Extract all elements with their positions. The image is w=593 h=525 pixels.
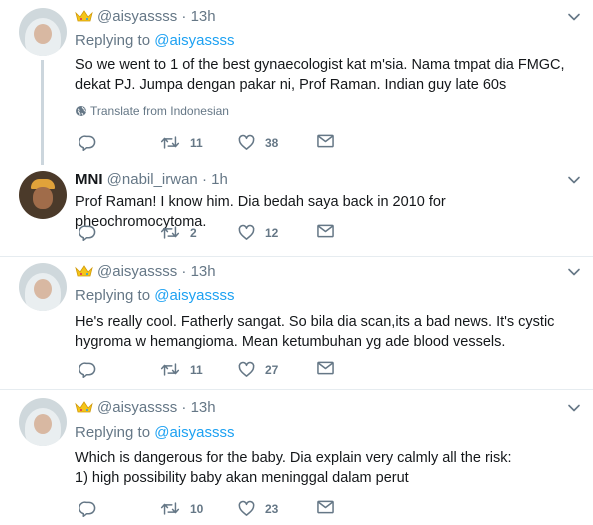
replying-label: Replying to [75,424,151,441]
replying-to-handle[interactable]: @aisyassss [154,32,234,49]
like-count: 38 [265,135,279,150]
message-button[interactable] [317,134,344,148]
tweet-text-line: 1) high possibility baby akan meninggal … [75,470,409,486]
reply-button[interactable] [79,134,106,151]
thread-line [41,60,44,165]
tweet-actions: 2 12 [75,224,355,242]
crown-emoji-icon [75,265,93,277]
tweet-header: @aisyassss · 13h [75,263,216,280]
crown-emoji-icon [75,10,93,22]
tweet-actions: 10 23 [75,500,355,518]
reply-button[interactable] [79,500,106,517]
tweet-actions: 11 38 [75,134,355,152]
message-icon [317,361,334,375]
retweet-button[interactable]: 10 [160,500,203,517]
globe-icon [75,105,87,117]
retweet-count: 10 [190,501,204,516]
reply-button[interactable] [79,361,106,378]
chevron-down-icon[interactable] [567,401,581,415]
replying-to-handle[interactable]: @aisyassss [154,424,234,441]
chevron-down-icon[interactable] [567,173,581,187]
timestamp[interactable]: · 13h [181,399,215,416]
retweet-count: 11 [190,362,203,377]
timestamp[interactable]: · 1h [202,171,228,188]
tweet-text-line: Which is dangerous for the baby. Dia exp… [75,450,512,466]
tweet-text-line: dekat PJ. Jumpa dengan pakar ni, Prof Ra… [75,77,507,93]
retweet-count: 2 [190,225,197,240]
chevron-down-icon[interactable] [567,265,581,279]
tweet-header: MNI @nabil_irwan · 1h [75,171,228,188]
tweet-3[interactable]: @aisyassss · 13h Replying to @aisyassss … [0,257,593,390]
translate-link[interactable]: Translate from Indonesian [75,104,229,118]
replying-to: Replying to @aisyassss [75,32,234,49]
tweet-text: So we went to 1 of the best gynaecologis… [75,55,580,95]
retweet-button[interactable]: 11 [160,134,203,151]
tweet-text: Which is dangerous for the baby. Dia exp… [75,448,580,488]
tweet-text-line: hygroma w hemangioma. Mean ketumbuhan yg… [75,334,506,350]
timestamp[interactable]: · 13h [181,263,215,280]
replying-label: Replying to [75,287,151,304]
message-button[interactable] [317,361,344,375]
like-count: 27 [265,362,279,377]
user-handle[interactable]: @aisyassss [97,399,177,416]
display-name[interactable]: MNI [75,171,103,188]
timestamp[interactable]: · 13h [181,8,215,25]
message-icon [317,134,334,148]
tweet-text-line: So we went to 1 of the best gynaecologis… [75,57,565,73]
tweet-text-line: He's really cool. Fatherly sangat. So bi… [75,314,555,330]
like-button[interactable]: 27 [238,361,278,378]
retweet-icon [160,500,180,517]
tweet-4[interactable]: @aisyassss · 13h Replying to @aisyassss … [0,390,593,525]
user-handle[interactable]: @nabil_irwan [107,171,198,188]
chevron-down-icon[interactable] [567,10,581,24]
retweet-button[interactable]: 2 [160,224,197,241]
reply-icon [79,134,96,151]
translate-label[interactable]: Translate from Indonesian [90,104,229,118]
like-button[interactable]: 23 [238,500,278,517]
replying-to: Replying to @aisyassss [75,424,234,441]
tweet-2[interactable]: MNI @nabil_irwan · 1h Prof Raman! I know… [0,159,593,257]
crown-emoji-icon [75,401,93,413]
replying-to: Replying to @aisyassss [75,287,234,304]
retweet-button[interactable]: 11 [160,361,203,378]
retweet-icon [160,361,180,378]
like-button[interactable]: 12 [238,224,278,241]
retweet-icon [160,224,180,241]
message-button[interactable] [317,500,344,514]
replying-to-handle[interactable]: @aisyassss [154,287,234,304]
like-count: 12 [265,225,279,240]
message-icon [317,500,334,514]
like-button[interactable]: 38 [238,134,278,151]
message-icon [317,224,334,238]
user-handle[interactable]: @aisyassss [97,263,177,280]
like-icon [238,361,255,378]
tweet-header: @aisyassss · 13h [75,8,216,25]
tweet-1[interactable]: @aisyassss · 13h Replying to @aisyassss … [0,0,593,165]
tweet-header: @aisyassss · 13h [75,399,216,416]
replying-label: Replying to [75,32,151,49]
like-icon [238,134,255,151]
user-handle[interactable]: @aisyassss [97,8,177,25]
reply-icon [79,500,96,517]
like-icon [238,224,255,241]
retweet-count: 11 [190,135,203,150]
tweet-text: He's really cool. Fatherly sangat. So bi… [75,312,580,352]
avatar[interactable] [19,8,67,56]
reply-icon [79,361,96,378]
avatar[interactable] [19,398,67,446]
like-icon [238,500,255,517]
retweet-icon [160,134,180,151]
avatar[interactable] [19,263,67,311]
reply-button[interactable] [79,224,106,241]
message-button[interactable] [317,224,344,238]
tweet-actions: 11 27 [75,361,355,379]
like-count: 23 [265,501,279,516]
avatar[interactable] [19,171,67,219]
reply-icon [79,224,96,241]
